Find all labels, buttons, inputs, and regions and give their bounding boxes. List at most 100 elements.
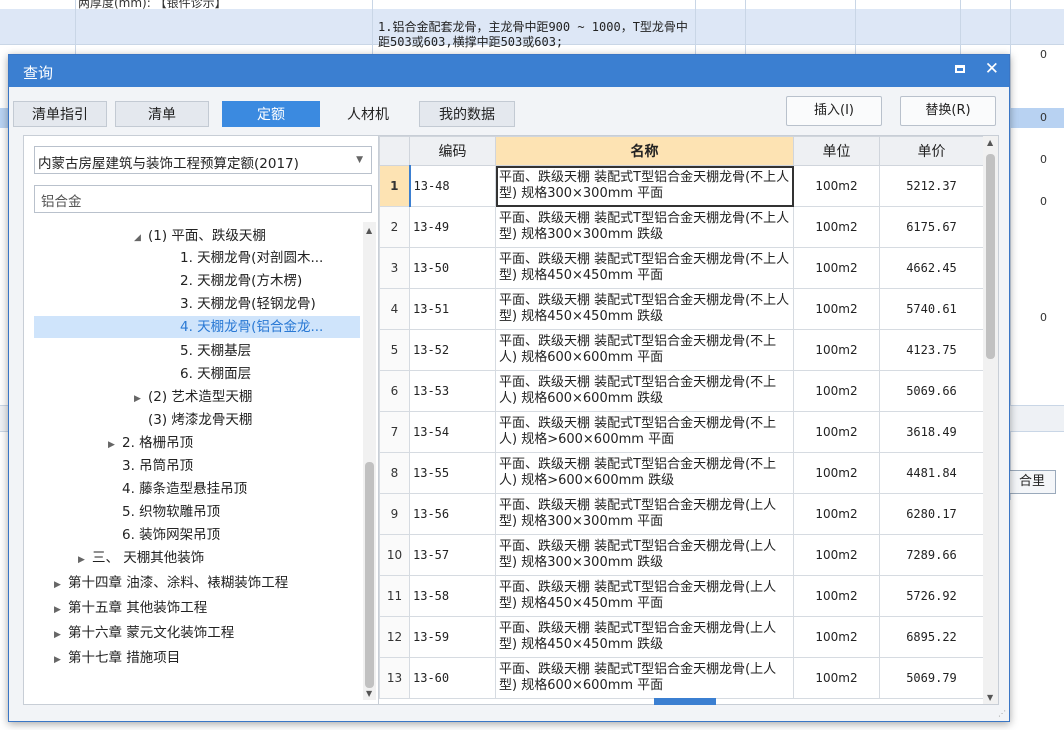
- panel-collapse-handle[interactable]: [654, 698, 716, 705]
- tree-node[interactable]: 5. 天棚基层: [180, 340, 251, 362]
- tree-node[interactable]: 1. 天棚龙骨(对剖圆木...: [180, 247, 323, 269]
- row-name[interactable]: 平面、跌级天棚 装配式T型铝合金天棚龙骨(不上人型) 规格450×450mm 跌…: [495, 288, 794, 330]
- row-code[interactable]: 13-60: [409, 657, 496, 699]
- row-name[interactable]: 平面、跌级天棚 装配式T型铝合金天棚龙骨(上人型) 规格600×600mm 平面: [495, 657, 794, 699]
- table-row[interactable]: 8 13-55 平面、跌级天棚 装配式T型铝合金天棚龙骨(不上人) 规格>600…: [379, 452, 984, 494]
- tab-quota[interactable]: 定额: [222, 101, 320, 127]
- tree-caret-icon[interactable]: ▶: [78, 549, 92, 571]
- row-code[interactable]: 13-51: [409, 288, 496, 330]
- row-code[interactable]: 13-52: [409, 329, 496, 371]
- tree-node[interactable]: 5. 织物软雕吊顶: [122, 501, 220, 523]
- row-unit[interactable]: 100m2: [793, 288, 880, 330]
- search-input[interactable]: [39, 187, 363, 213]
- tree-node[interactable]: ▶ 第十七章 措施项目: [54, 647, 180, 669]
- tree-scrollbar[interactable]: ▲ ▼: [363, 222, 376, 700]
- row-name[interactable]: 平面、跌级天棚 装配式T型铝合金天棚龙骨(不上人) 规格>600×600mm 平…: [495, 411, 794, 453]
- table-row[interactable]: 6 13-53 平面、跌级天棚 装配式T型铝合金天棚龙骨(不上人) 规格600×…: [379, 370, 984, 412]
- table-scrollbar-thumb[interactable]: [986, 154, 995, 359]
- row-price[interactable]: 5726.92: [879, 575, 984, 617]
- bg-row-selected[interactable]: 1.铝合金配套龙骨，主龙骨中距900 ~ 1000，T型龙骨中距503或603,…: [0, 9, 1064, 49]
- row-price[interactable]: 3618.49: [879, 411, 984, 453]
- row-unit[interactable]: 100m2: [793, 452, 880, 494]
- quota-library-select[interactable]: 内蒙古房屋建筑与装饰工程预算定额(2017) ▼: [34, 146, 372, 174]
- tree-node-selected[interactable]: 4. 天棚龙骨(铝合金龙...: [34, 316, 360, 338]
- row-name[interactable]: 平面、跌级天棚 装配式T型铝合金天棚龙骨(上人型) 规格300×300mm 平面: [495, 493, 794, 535]
- row-unit[interactable]: 100m2: [793, 165, 880, 207]
- tree-node[interactable]: ▶ 第十五章 其他装饰工程: [54, 597, 207, 619]
- tree-caret-icon[interactable]: ▶: [54, 649, 68, 671]
- row-name[interactable]: 平面、跌级天棚 装配式T型铝合金天棚龙骨(上人型) 规格300×300mm 跌级: [495, 534, 794, 576]
- insert-button[interactable]: 插入(I): [786, 96, 882, 126]
- row-code[interactable]: 13-49: [409, 206, 496, 248]
- tab-bill[interactable]: 清单: [115, 101, 209, 127]
- table-row[interactable]: 2 13-49 平面、跌级天棚 装配式T型铝合金天棚龙骨(不上人型) 规格300…: [379, 206, 984, 248]
- row-unit[interactable]: 100m2: [793, 370, 880, 412]
- row-code[interactable]: 13-56: [409, 493, 496, 535]
- tree-caret-icon[interactable]: ▶: [108, 434, 122, 456]
- row-name[interactable]: 平面、跌级天棚 装配式T型铝合金天棚龙骨(不上人型) 规格450×450mm 平…: [495, 247, 794, 289]
- row-name[interactable]: 平面、跌级天棚 装配式T型铝合金天棚龙骨(上人型) 规格450×450mm 跌级: [495, 616, 794, 658]
- row-price[interactable]: 6895.22: [879, 616, 984, 658]
- tree-node[interactable]: 6. 装饰网架吊顶: [122, 524, 220, 546]
- chevron-down-icon[interactable]: ▼: [356, 155, 363, 165]
- scroll-up-icon[interactable]: ▲: [987, 138, 993, 147]
- row-price[interactable]: 4123.75: [879, 329, 984, 371]
- tree-node[interactable]: 6. 天棚面层: [180, 363, 251, 385]
- row-price[interactable]: 7289.66: [879, 534, 984, 576]
- row-price[interactable]: 5740.61: [879, 288, 984, 330]
- row-code[interactable]: 13-53: [409, 370, 496, 412]
- tree-node[interactable]: ▶ 第十四章 油漆、涂料、裱糊装饰工程: [54, 572, 288, 594]
- table-row[interactable]: 4 13-51 平面、跌级天棚 装配式T型铝合金天棚龙骨(不上人型) 规格450…: [379, 288, 984, 330]
- tree-node[interactable]: ▶ 第十六章 蒙元文化装饰工程: [54, 622, 234, 644]
- table-row[interactable]: 13 13-60 平面、跌级天棚 装配式T型铝合金天棚龙骨(上人型) 规格600…: [379, 657, 984, 699]
- tab-labor-material-machine[interactable]: 人材机: [328, 101, 408, 127]
- row-price[interactable]: 6280.17: [879, 493, 984, 535]
- table-row[interactable]: 3 13-50 平面、跌级天棚 装配式T型铝合金天棚龙骨(不上人型) 规格450…: [379, 247, 984, 289]
- replace-button[interactable]: 替换(R): [900, 96, 996, 126]
- row-unit[interactable]: 100m2: [793, 411, 880, 453]
- tree-node[interactable]: 3. 天棚龙骨(轻钢龙骨): [180, 293, 316, 315]
- column-header-name[interactable]: 名称: [495, 136, 794, 166]
- row-price[interactable]: 5069.79: [879, 657, 984, 699]
- row-code[interactable]: 13-59: [409, 616, 496, 658]
- row-name[interactable]: 平面、跌级天棚 装配式T型铝合金天棚龙骨(不上人) 规格>600×600mm 跌…: [495, 452, 794, 494]
- tree-node[interactable]: ▶ 三、 天棚其他装饰: [78, 547, 204, 569]
- close-icon[interactable]: ✕: [985, 59, 999, 79]
- row-unit[interactable]: 100m2: [793, 493, 880, 535]
- row-code[interactable]: 13-58: [409, 575, 496, 617]
- row-price[interactable]: 5212.37: [879, 165, 984, 207]
- tree-scrollbar-thumb[interactable]: [365, 462, 374, 688]
- row-name[interactable]: 平面、跌级天棚 装配式T型铝合金天棚龙骨(上人型) 规格450×450mm 平面: [495, 575, 794, 617]
- row-name[interactable]: 平面、跌级天棚 装配式T型铝合金天棚龙骨(不上人) 规格600×600mm 平面: [495, 329, 794, 371]
- tree-caret-icon[interactable]: ▶: [54, 624, 68, 646]
- tree-node[interactable]: ◢ (1) 平面、跌级天棚: [134, 225, 266, 247]
- row-code[interactable]: 13-55: [409, 452, 496, 494]
- table-row[interactable]: 11 13-58 平面、跌级天棚 装配式T型铝合金天棚龙骨(上人型) 规格450…: [379, 575, 984, 617]
- tree-node[interactable]: 2. 天棚龙骨(方木楞): [180, 270, 302, 292]
- maximize-icon[interactable]: [955, 65, 965, 73]
- bg-side-button[interactable]: 合里: [1008, 470, 1056, 494]
- tab-bill-guide[interactable]: 清单指引: [13, 101, 107, 127]
- table-row[interactable]: 10 13-57 平面、跌级天棚 装配式T型铝合金天棚龙骨(上人型) 规格300…: [379, 534, 984, 576]
- tree-caret-icon[interactable]: ▶: [54, 574, 68, 596]
- table-row[interactable]: 7 13-54 平面、跌级天棚 装配式T型铝合金天棚龙骨(不上人) 规格>600…: [379, 411, 984, 453]
- table-row[interactable]: 1 13-48 平面、跌级天棚 装配式T型铝合金天棚龙骨(不上人型) 规格300…: [379, 165, 984, 207]
- row-name[interactable]: 平面、跌级天棚 装配式T型铝合金天棚龙骨(不上人型) 规格300×300mm 平…: [495, 165, 794, 207]
- row-unit[interactable]: 100m2: [793, 329, 880, 371]
- row-unit[interactable]: 100m2: [793, 206, 880, 248]
- table-row[interactable]: 5 13-52 平面、跌级天棚 装配式T型铝合金天棚龙骨(不上人) 规格600×…: [379, 329, 984, 371]
- row-name[interactable]: 平面、跌级天棚 装配式T型铝合金天棚龙骨(不上人) 规格600×600mm 跌级: [495, 370, 794, 412]
- table-scrollbar[interactable]: ▲ ▼: [983, 136, 998, 704]
- tree-node[interactable]: 4. 藤条造型悬挂吊顶: [122, 478, 247, 500]
- row-price[interactable]: 6175.67: [879, 206, 984, 248]
- table-row[interactable]: 9 13-56 平面、跌级天棚 装配式T型铝合金天棚龙骨(上人型) 规格300×…: [379, 493, 984, 535]
- search-field[interactable]: [34, 185, 372, 213]
- tree-node[interactable]: 3. 吊筒吊顶: [122, 455, 193, 477]
- row-code[interactable]: 13-48: [408, 165, 496, 207]
- column-header-unit[interactable]: 单位: [793, 136, 880, 166]
- tree-node[interactable]: ▶ (2) 艺术造型天棚: [134, 386, 252, 408]
- scroll-up-icon[interactable]: ▲: [366, 226, 372, 235]
- tree-node[interactable]: (3) 烤漆龙骨天棚: [148, 409, 252, 431]
- row-code[interactable]: 13-57: [409, 534, 496, 576]
- column-header-code[interactable]: 编码: [409, 136, 496, 166]
